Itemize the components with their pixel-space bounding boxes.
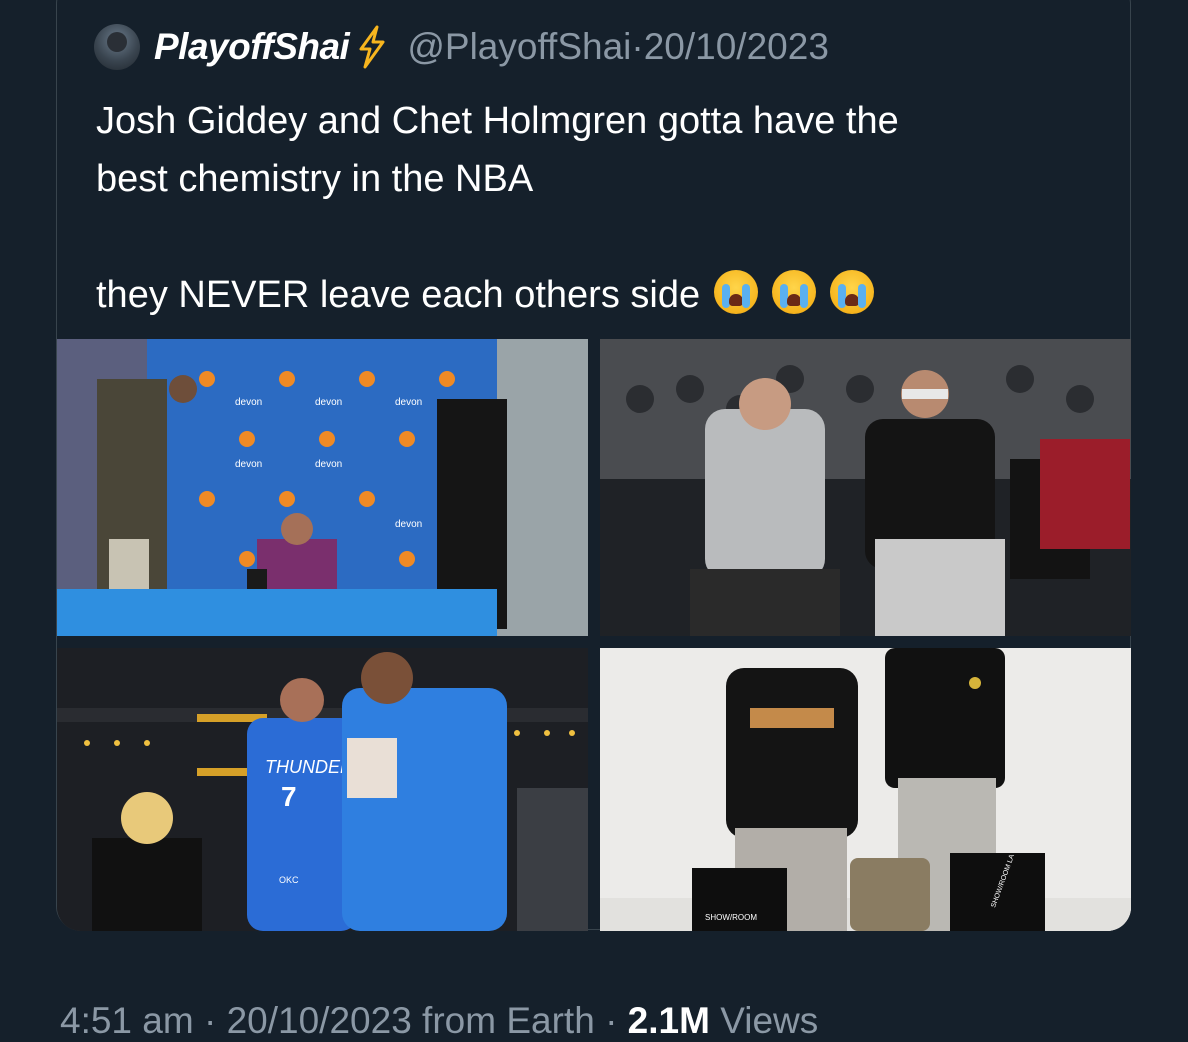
tweet-text-line-3: they NEVER leave each others side bbox=[96, 274, 701, 316]
loudly-crying-face-icon bbox=[830, 270, 875, 314]
jersey-text: THUNDER bbox=[265, 757, 353, 777]
tweet-footer: 4:51 am · 20/10/2023 from Earth · 2.1M V… bbox=[60, 1000, 818, 1042]
sponsor-text: devon bbox=[395, 519, 422, 530]
press-conference-photo[interactable]: devon devon devon devon devon devon bbox=[57, 339, 588, 636]
sponsor-text: devon bbox=[395, 397, 422, 408]
media-grid: devon devon devon devon devon devon THUN… bbox=[57, 339, 1131, 931]
courtside-photo[interactable] bbox=[600, 339, 1131, 636]
arena-photo[interactable]: THUNDER 7 OKC bbox=[57, 648, 588, 931]
views-label: Views bbox=[720, 1000, 819, 1041]
sponsor-text: devon bbox=[315, 397, 342, 408]
tweet-text-line-1: Josh Giddey and Chet Holmgren gotta have… bbox=[96, 100, 899, 142]
tweet-time[interactable]: 4:51 am bbox=[60, 1000, 194, 1041]
display-name[interactable]: PlayoffShai bbox=[154, 26, 350, 68]
showroom-photo[interactable]: SHOW/ROOM SHOW/ROOM LA bbox=[600, 648, 1131, 931]
showroom-illustration: SHOW/ROOM SHOW/ROOM LA bbox=[600, 648, 1131, 931]
tweet-text-line-2: best chemistry in the NBA bbox=[96, 158, 534, 200]
tweet-date-source: 20/10/2023 from Earth bbox=[226, 1000, 595, 1041]
tweet-header: PlayoffShai @PlayoffShai·20/10/2023 bbox=[94, 22, 829, 72]
loudly-crying-face-icon bbox=[714, 270, 759, 314]
lightning-bolt-icon bbox=[359, 25, 385, 69]
separator: · bbox=[605, 1000, 618, 1041]
sponsor-text: devon bbox=[315, 459, 342, 470]
jersey-number: 7 bbox=[281, 781, 297, 812]
sponsor-text: devon bbox=[235, 459, 262, 470]
user-handle[interactable]: @PlayoffShai·20/10/2023 bbox=[407, 26, 829, 68]
courtside-illustration bbox=[600, 339, 1131, 636]
loudly-crying-face-icon bbox=[772, 270, 817, 314]
bag-text: SHOW/ROOM bbox=[705, 913, 757, 922]
views-count: 2.1M bbox=[627, 1000, 710, 1041]
tweet-text: Josh Giddey and Chet Holmgren gotta have… bbox=[96, 92, 1096, 324]
arena-illustration: THUNDER 7 OKC bbox=[57, 648, 588, 931]
press-conference-illustration: devon devon devon devon devon devon bbox=[57, 339, 588, 636]
avatar[interactable] bbox=[94, 24, 140, 70]
sponsor-text: devon bbox=[235, 397, 262, 408]
shorts-text: OKC bbox=[279, 875, 299, 885]
separator: · bbox=[203, 1000, 217, 1041]
